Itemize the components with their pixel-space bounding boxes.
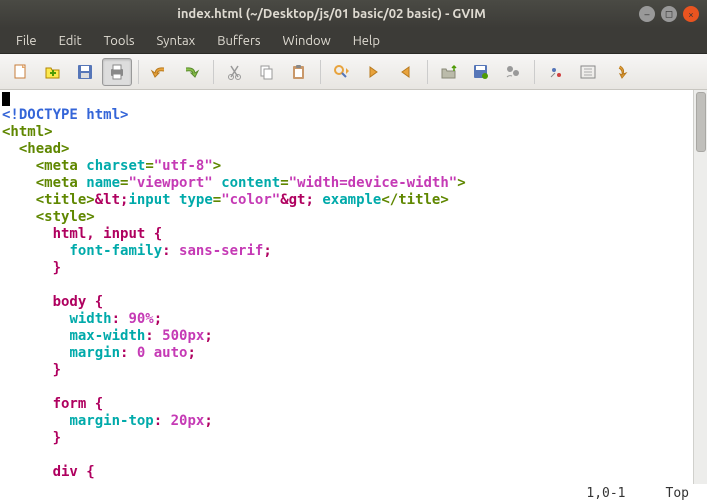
undo-icon[interactable] [145, 58, 175, 86]
menu-window[interactable]: Window [273, 31, 341, 51]
cut-icon[interactable] [220, 58, 250, 86]
shell-icon[interactable] [573, 58, 603, 86]
close-button[interactable]: × [683, 6, 699, 22]
menu-help[interactable]: Help [343, 31, 390, 51]
print-icon[interactable] [102, 58, 132, 86]
open-file-icon[interactable] [38, 58, 68, 86]
toolbar-separator [427, 60, 428, 84]
window-title: index.html (~/Desktop/js/01 basic/02 bas… [24, 7, 639, 21]
toolbar-separator [213, 60, 214, 84]
save-icon[interactable] [70, 58, 100, 86]
menu-syntax[interactable]: Syntax [147, 31, 206, 51]
menubar: File Edit Tools Syntax Buffers Window He… [0, 28, 707, 54]
tag-jump-icon[interactable] [605, 58, 635, 86]
toolbar-separator [138, 60, 139, 84]
maximize-button[interactable]: ◻ [661, 6, 677, 22]
menu-file[interactable]: File [6, 31, 47, 51]
session-save-icon[interactable] [466, 58, 496, 86]
toolbar [0, 54, 707, 90]
minimize-button[interactable]: – [639, 6, 655, 22]
session-load-icon[interactable] [434, 58, 464, 86]
toolbar-separator [534, 60, 535, 84]
run-script-icon[interactable] [498, 58, 528, 86]
toolbar-separator [320, 60, 321, 84]
paste-icon[interactable] [284, 58, 314, 86]
new-file-icon[interactable] [6, 58, 36, 86]
vertical-scrollbar[interactable] [693, 90, 707, 484]
scroll-position: Top [666, 486, 689, 504]
find-next-icon[interactable] [359, 58, 389, 86]
status-bar: 1,0-1 Top [586, 486, 689, 504]
find-prev-icon[interactable] [391, 58, 421, 86]
menu-edit[interactable]: Edit [49, 31, 92, 51]
make-icon[interactable] [541, 58, 571, 86]
find-replace-icon[interactable] [327, 58, 357, 86]
cursor-position: 1,0-1 [586, 486, 625, 504]
redo-icon[interactable] [177, 58, 207, 86]
code-editor[interactable]: <!DOCTYPE html><html> <head> <meta chars… [0, 90, 707, 504]
menu-tools[interactable]: Tools [94, 31, 145, 51]
titlebar: index.html (~/Desktop/js/01 basic/02 bas… [0, 0, 707, 28]
menu-buffers[interactable]: Buffers [207, 31, 270, 51]
copy-icon[interactable] [252, 58, 282, 86]
scrollbar-thumb[interactable] [696, 92, 706, 152]
